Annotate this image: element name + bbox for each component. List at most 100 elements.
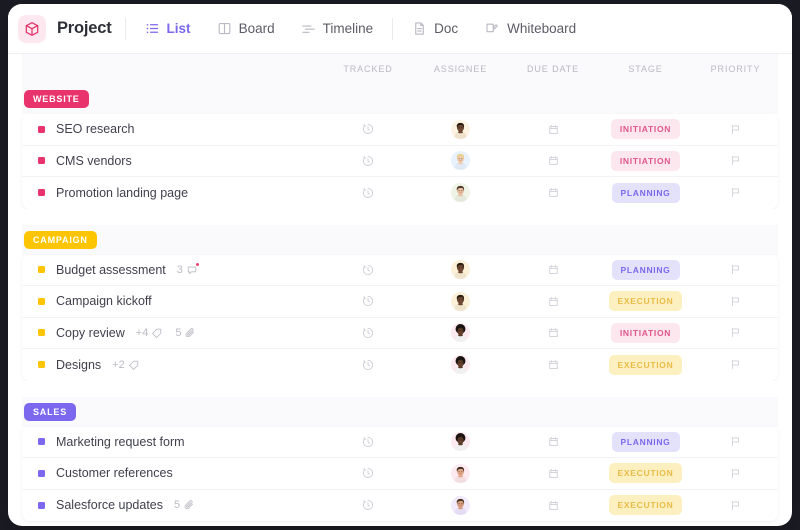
- flag-icon: [729, 358, 742, 371]
- task-meta-paperclip[interactable]: 5: [175, 327, 196, 339]
- group-header-sales[interactable]: SALES: [22, 397, 778, 427]
- tracked-cell[interactable]: [323, 435, 413, 449]
- timeline-icon: [301, 21, 316, 36]
- due-date-cell[interactable]: [508, 123, 598, 136]
- task-meta-tag[interactable]: +4: [136, 327, 164, 339]
- task-name-cell[interactable]: Copy review+45: [22, 326, 323, 340]
- status-dot[interactable]: [38, 189, 45, 196]
- table-row[interactable]: Copy review+45INITIATION: [22, 318, 778, 350]
- table-row[interactable]: Customer references EXECUTION: [22, 458, 778, 490]
- table-row[interactable]: Campaign kickoff EXECUTION: [22, 286, 778, 318]
- priority-cell[interactable]: [693, 154, 778, 167]
- stage-cell[interactable]: PLANNING: [598, 260, 693, 280]
- status-dot[interactable]: [38, 502, 45, 509]
- tab-board[interactable]: Board: [211, 17, 281, 40]
- tracked-cell[interactable]: [323, 358, 413, 372]
- due-date-cell[interactable]: [508, 499, 598, 512]
- priority-cell[interactable]: [693, 467, 778, 480]
- status-dot[interactable]: [38, 126, 45, 133]
- task-meta-tag[interactable]: +2: [112, 359, 140, 371]
- task-name-cell[interactable]: CMS vendors: [22, 154, 323, 168]
- tracked-cell[interactable]: [323, 186, 413, 200]
- task-name-cell[interactable]: Budget assessment3: [22, 263, 323, 277]
- assignee-cell[interactable]: [413, 464, 508, 483]
- priority-cell[interactable]: [693, 435, 778, 448]
- table-row[interactable]: Salesforce updates5 EXECUTION: [22, 490, 778, 522]
- status-dot[interactable]: [38, 361, 45, 368]
- table-row[interactable]: Designs+2 EXECUTION: [22, 349, 778, 381]
- stage-cell[interactable]: EXECUTION: [598, 291, 693, 311]
- assignee-cell[interactable]: [413, 496, 508, 515]
- assignee-cell[interactable]: [413, 292, 508, 311]
- priority-cell[interactable]: [693, 263, 778, 276]
- status-dot[interactable]: [38, 470, 45, 477]
- assignee-cell[interactable]: [413, 355, 508, 374]
- table-row[interactable]: Budget assessment3 PLANNING: [22, 255, 778, 287]
- tab-doc[interactable]: Doc: [406, 17, 464, 40]
- priority-cell[interactable]: [693, 123, 778, 136]
- stage-cell[interactable]: INITIATION: [598, 151, 693, 171]
- stage-cell[interactable]: EXECUTION: [598, 355, 693, 375]
- due-date-cell[interactable]: [508, 358, 598, 371]
- assignee-cell[interactable]: [413, 432, 508, 451]
- task-name-cell[interactable]: Designs+2: [22, 358, 323, 372]
- table-row[interactable]: Marketing request form PLANNING: [22, 427, 778, 459]
- assignee-cell[interactable]: [413, 260, 508, 279]
- task-name-cell[interactable]: Promotion landing page: [22, 186, 323, 200]
- stage-cell[interactable]: INITIATION: [598, 119, 693, 139]
- priority-cell[interactable]: [693, 326, 778, 339]
- tab-timeline[interactable]: Timeline: [295, 17, 380, 40]
- tab-whiteboard[interactable]: Whiteboard: [478, 17, 582, 40]
- assignee-cell[interactable]: [413, 120, 508, 139]
- due-date-cell[interactable]: [508, 154, 598, 167]
- status-dot[interactable]: [38, 157, 45, 164]
- task-name-cell[interactable]: SEO research: [22, 122, 323, 136]
- group-header-campaign[interactable]: CAMPAIGN: [22, 225, 778, 255]
- project-logo[interactable]: [18, 15, 46, 43]
- priority-cell[interactable]: [693, 358, 778, 371]
- tab-list[interactable]: List: [139, 17, 197, 40]
- priority-cell[interactable]: [693, 186, 778, 199]
- table-row[interactable]: CMS vendors INITIATION: [22, 146, 778, 178]
- assignee-cell[interactable]: [413, 323, 508, 342]
- stage-cell[interactable]: INITIATION: [598, 323, 693, 343]
- priority-cell[interactable]: [693, 499, 778, 512]
- priority-cell[interactable]: [693, 295, 778, 308]
- due-date-cell[interactable]: [508, 467, 598, 480]
- task-meta-comment[interactable]: 3: [177, 264, 198, 276]
- stage-cell[interactable]: EXECUTION: [598, 495, 693, 515]
- status-dot[interactable]: [38, 438, 45, 445]
- tracked-cell[interactable]: [323, 326, 413, 340]
- status-badge: PLANNING: [612, 183, 680, 203]
- tracked-cell[interactable]: [323, 466, 413, 480]
- stage-cell[interactable]: PLANNING: [598, 183, 693, 203]
- due-date-cell[interactable]: [508, 435, 598, 448]
- group-rows: Marketing request form PLANNING Customer r…: [22, 427, 778, 522]
- table-row[interactable]: Promotion landing page PLANNING: [22, 177, 778, 209]
- assignee-cell[interactable]: [413, 151, 508, 170]
- status-dot[interactable]: [38, 266, 45, 273]
- due-date-cell[interactable]: [508, 326, 598, 339]
- tracked-cell[interactable]: [323, 154, 413, 168]
- assignee-cell[interactable]: [413, 183, 508, 202]
- flag-icon: [729, 326, 742, 339]
- stage-cell[interactable]: EXECUTION: [598, 463, 693, 483]
- tracked-cell[interactable]: [323, 294, 413, 308]
- task-name-cell[interactable]: Campaign kickoff: [22, 294, 323, 308]
- task-meta-count: 3: [177, 264, 183, 276]
- group-header-website[interactable]: WEBSITE: [22, 84, 778, 114]
- due-date-cell[interactable]: [508, 263, 598, 276]
- status-dot[interactable]: [38, 298, 45, 305]
- due-date-cell[interactable]: [508, 295, 598, 308]
- tracked-cell[interactable]: [323, 263, 413, 277]
- task-meta-paperclip[interactable]: 5: [174, 499, 195, 511]
- task-name-cell[interactable]: Customer references: [22, 466, 323, 480]
- task-name-cell[interactable]: Marketing request form: [22, 435, 323, 449]
- due-date-cell[interactable]: [508, 186, 598, 199]
- task-name-cell[interactable]: Salesforce updates5: [22, 498, 323, 512]
- table-row[interactable]: SEO research INITIATION: [22, 114, 778, 146]
- tracked-cell[interactable]: [323, 122, 413, 136]
- status-dot[interactable]: [38, 329, 45, 336]
- tracked-cell[interactable]: [323, 498, 413, 512]
- stage-cell[interactable]: PLANNING: [598, 432, 693, 452]
